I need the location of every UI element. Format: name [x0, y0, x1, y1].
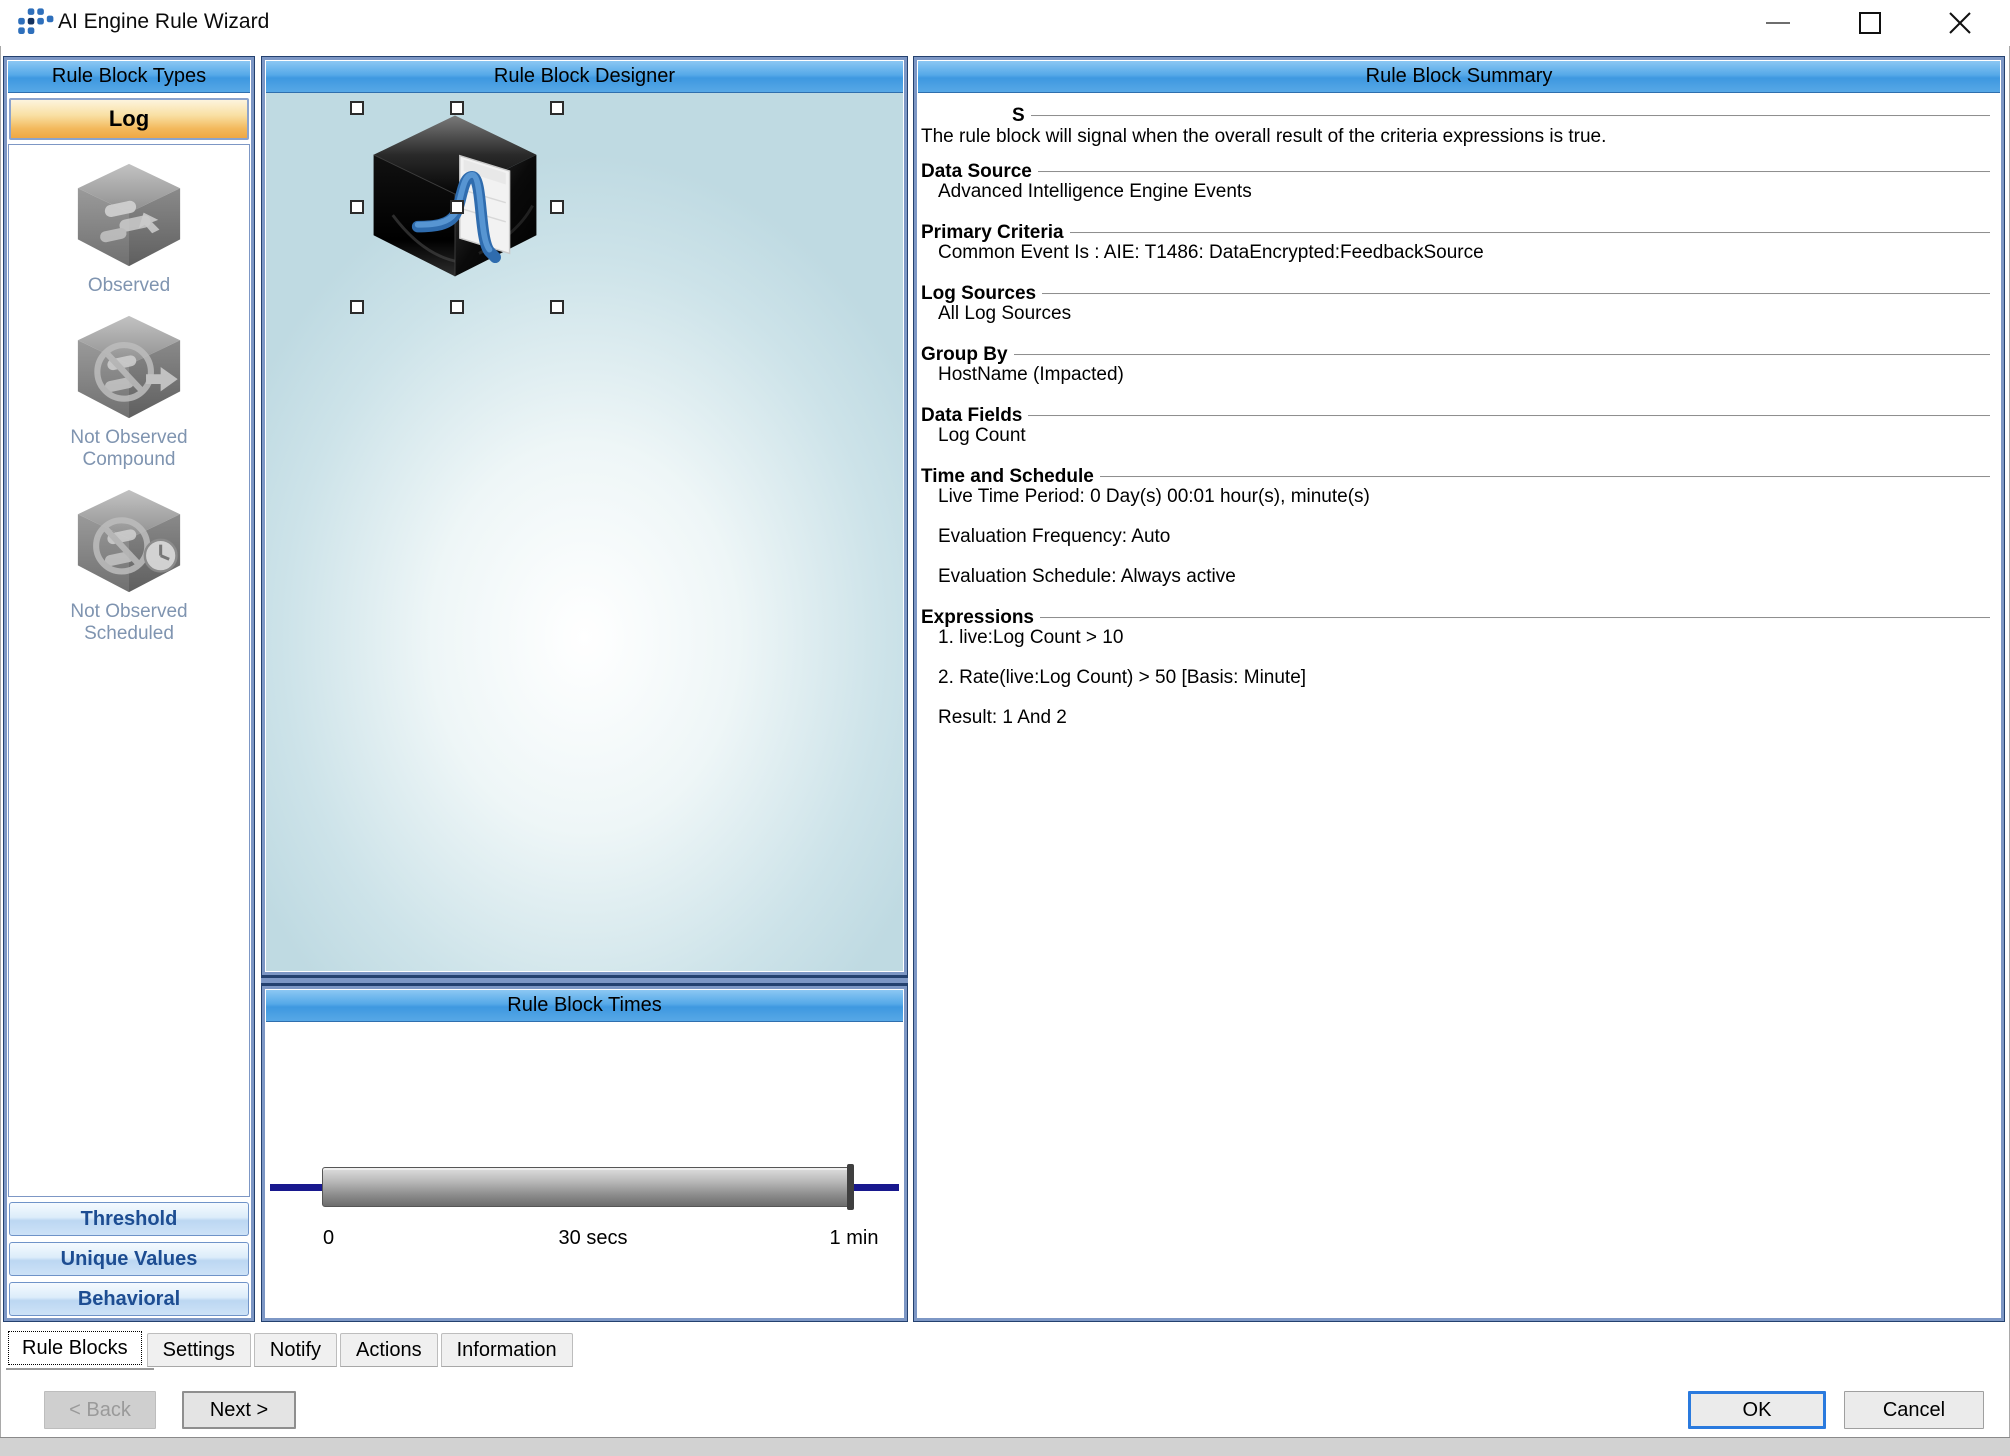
- signal-description: The rule block will signal when the over…: [921, 126, 1990, 147]
- result-line: Result: 1 And 2: [921, 708, 1990, 728]
- tab-settings[interactable]: Settings: [147, 1333, 251, 1367]
- selection-handle-bottom-left[interactable]: [350, 300, 364, 314]
- summary-section-group-by: Group By HostName (Impacted): [921, 344, 1990, 385]
- rule-block-types-header: Rule Block Types: [8, 61, 250, 93]
- section-value: Live Time Period: 0 Day(s) 00:01 hour(s)…: [921, 487, 1990, 507]
- selection-handle-bottom-right[interactable]: [550, 300, 564, 314]
- list-item-label: Not Observed Scheduled: [44, 601, 214, 645]
- section-value: 1. live:Log Count > 10: [921, 628, 1990, 648]
- selection-handle-top-left[interactable]: [350, 101, 364, 115]
- not-observed-compound-cube-icon: [68, 311, 190, 423]
- active-tab-underline: [6, 1368, 154, 1370]
- rule-block-designer-panel: Rule Block Designer: [261, 56, 908, 976]
- rule-block-summary-panel: Rule Block Summary S The rule block will…: [913, 56, 2005, 1322]
- log-type-button[interactable]: Log: [9, 98, 249, 140]
- ai-engine-rule-wizard-window: { "window": { "title": "AI Engine Rule W…: [0, 0, 2010, 1456]
- behavioral-button[interactable]: Behavioral: [9, 1282, 249, 1316]
- designer-canvas[interactable]: [266, 93, 903, 971]
- summary-section-expressions: Expressions 1. live:Log Count > 10 2. Ra…: [921, 607, 1990, 688]
- signal-group-header: S: [921, 105, 1990, 126]
- list-item-not-observed-compound[interactable]: Not Observed Compound: [44, 311, 214, 471]
- next-button[interactable]: Next >: [182, 1391, 296, 1429]
- section-value: Evaluation Frequency: Auto: [921, 527, 1990, 547]
- close-icon: [1947, 10, 1973, 36]
- maximize-icon: [1859, 12, 1881, 34]
- group-rule-line: [1040, 617, 1990, 619]
- summary-section-data-source: Data Source Advanced Intelligence Engine…: [921, 161, 1990, 202]
- selection-handle-top-right[interactable]: [550, 101, 564, 115]
- group-rule-line: [1014, 354, 1990, 356]
- tab-rule-blocks[interactable]: Rule Blocks: [6, 1329, 144, 1367]
- tab-information[interactable]: Information: [441, 1333, 573, 1367]
- group-rule-line: [1070, 232, 1990, 234]
- list-item-label: Observed: [44, 275, 214, 297]
- group-rule-line: [1038, 171, 1990, 173]
- section-value: Evaluation Schedule: Always active: [921, 567, 1990, 587]
- group-rule-line: [1031, 115, 1990, 117]
- not-observed-scheduled-cube-icon: [68, 485, 190, 597]
- section-value: Advanced Intelligence Engine Events: [921, 182, 1990, 202]
- selection-handle-bottom-center[interactable]: [450, 300, 464, 314]
- rule-block-type-list: Observed Not Observed Compound: [8, 144, 250, 1197]
- selection-handle-middle-right[interactable]: [550, 200, 564, 214]
- title-bar: AI Engine Rule Wizard: [0, 0, 2010, 46]
- section-value: 2. Rate(live:Log Count) > 50 [Basis: Min…: [921, 668, 1990, 688]
- section-title: Data Fields: [921, 405, 1022, 427]
- timeline-tick-start: 0: [323, 1227, 334, 1250]
- section-title: Time and Schedule: [921, 466, 1094, 488]
- timeline-tick-end: 1 min: [814, 1227, 894, 1250]
- timeline-tick-middle: 30 secs: [548, 1227, 638, 1250]
- group-rule-line: [1028, 415, 1990, 417]
- signal-group-label: S: [1012, 105, 1025, 127]
- rule-block-times-panel: Rule Block Times 0 30 secs 1 min: [261, 985, 908, 1322]
- section-title: Expressions: [921, 607, 1034, 629]
- close-button[interactable]: [1928, 0, 1992, 46]
- summary-section-time-and-schedule: Time and Schedule Live Time Period: 0 Da…: [921, 466, 1990, 587]
- observed-cube-icon: [68, 159, 190, 271]
- maximize-button[interactable]: [1838, 0, 1902, 46]
- section-title: Log Sources: [921, 283, 1036, 305]
- threshold-button[interactable]: Threshold: [9, 1202, 249, 1236]
- tab-notify[interactable]: Notify: [254, 1333, 337, 1367]
- minimize-button[interactable]: [1746, 0, 1810, 46]
- section-value: Common Event Is : AIE: T1486: DataEncryp…: [921, 243, 1990, 263]
- summary-section-log-sources: Log Sources All Log Sources: [921, 283, 1990, 324]
- minimize-icon: [1766, 22, 1790, 24]
- window-bottom-strip: [0, 1437, 2010, 1456]
- rule-block-types-panel: Rule Block Types Log Observed: [3, 56, 255, 1322]
- section-title: Primary Criteria: [921, 222, 1064, 244]
- app-logo-icon: [16, 3, 60, 43]
- rule-block-summary-body: S The rule block will signal when the ov…: [918, 93, 2000, 1317]
- log-cube-icon: [364, 109, 546, 281]
- panel-divider: [261, 976, 908, 985]
- selection-handle-middle-left[interactable]: [350, 200, 364, 214]
- summary-section-primary-criteria: Primary Criteria Common Event Is : AIE: …: [921, 222, 1990, 263]
- list-item-observed[interactable]: Observed: [44, 159, 214, 297]
- group-rule-line: [1100, 476, 1990, 478]
- log-rule-block-cube[interactable]: [364, 109, 546, 281]
- summary-section-data-fields: Data Fields Log Count: [921, 405, 1990, 446]
- window-title: AI Engine Rule Wizard: [58, 10, 269, 34]
- ok-button[interactable]: OK: [1688, 1391, 1826, 1429]
- rule-block-summary-header: Rule Block Summary: [918, 61, 2000, 93]
- group-rule-line: [1042, 293, 1990, 295]
- wizard-tabstrip: Rule Blocks Settings Notify Actions Info…: [6, 1329, 573, 1367]
- selection-handle-middle-center[interactable]: [450, 200, 464, 214]
- list-item-label: Not Observed Compound: [44, 427, 214, 471]
- section-value: All Log Sources: [921, 304, 1990, 324]
- section-value: HostName (Impacted): [921, 365, 1990, 385]
- rule-block-times-canvas: 0 30 secs 1 min: [266, 1022, 903, 1317]
- section-title: Group By: [921, 344, 1008, 366]
- list-item-not-observed-scheduled[interactable]: Not Observed Scheduled: [44, 485, 214, 645]
- rule-block-times-header: Rule Block Times: [266, 990, 903, 1022]
- unique-values-button[interactable]: Unique Values: [9, 1242, 249, 1276]
- section-value: Log Count: [921, 426, 1990, 446]
- cancel-button[interactable]: Cancel: [1844, 1391, 1984, 1429]
- tab-actions[interactable]: Actions: [340, 1333, 438, 1367]
- back-button[interactable]: < Back: [44, 1391, 156, 1429]
- selection-handle-top-center[interactable]: [450, 101, 464, 115]
- section-title: Data Source: [921, 161, 1032, 183]
- rule-block-designer-header: Rule Block Designer: [266, 61, 903, 93]
- timeline-range-bar[interactable]: [322, 1167, 854, 1207]
